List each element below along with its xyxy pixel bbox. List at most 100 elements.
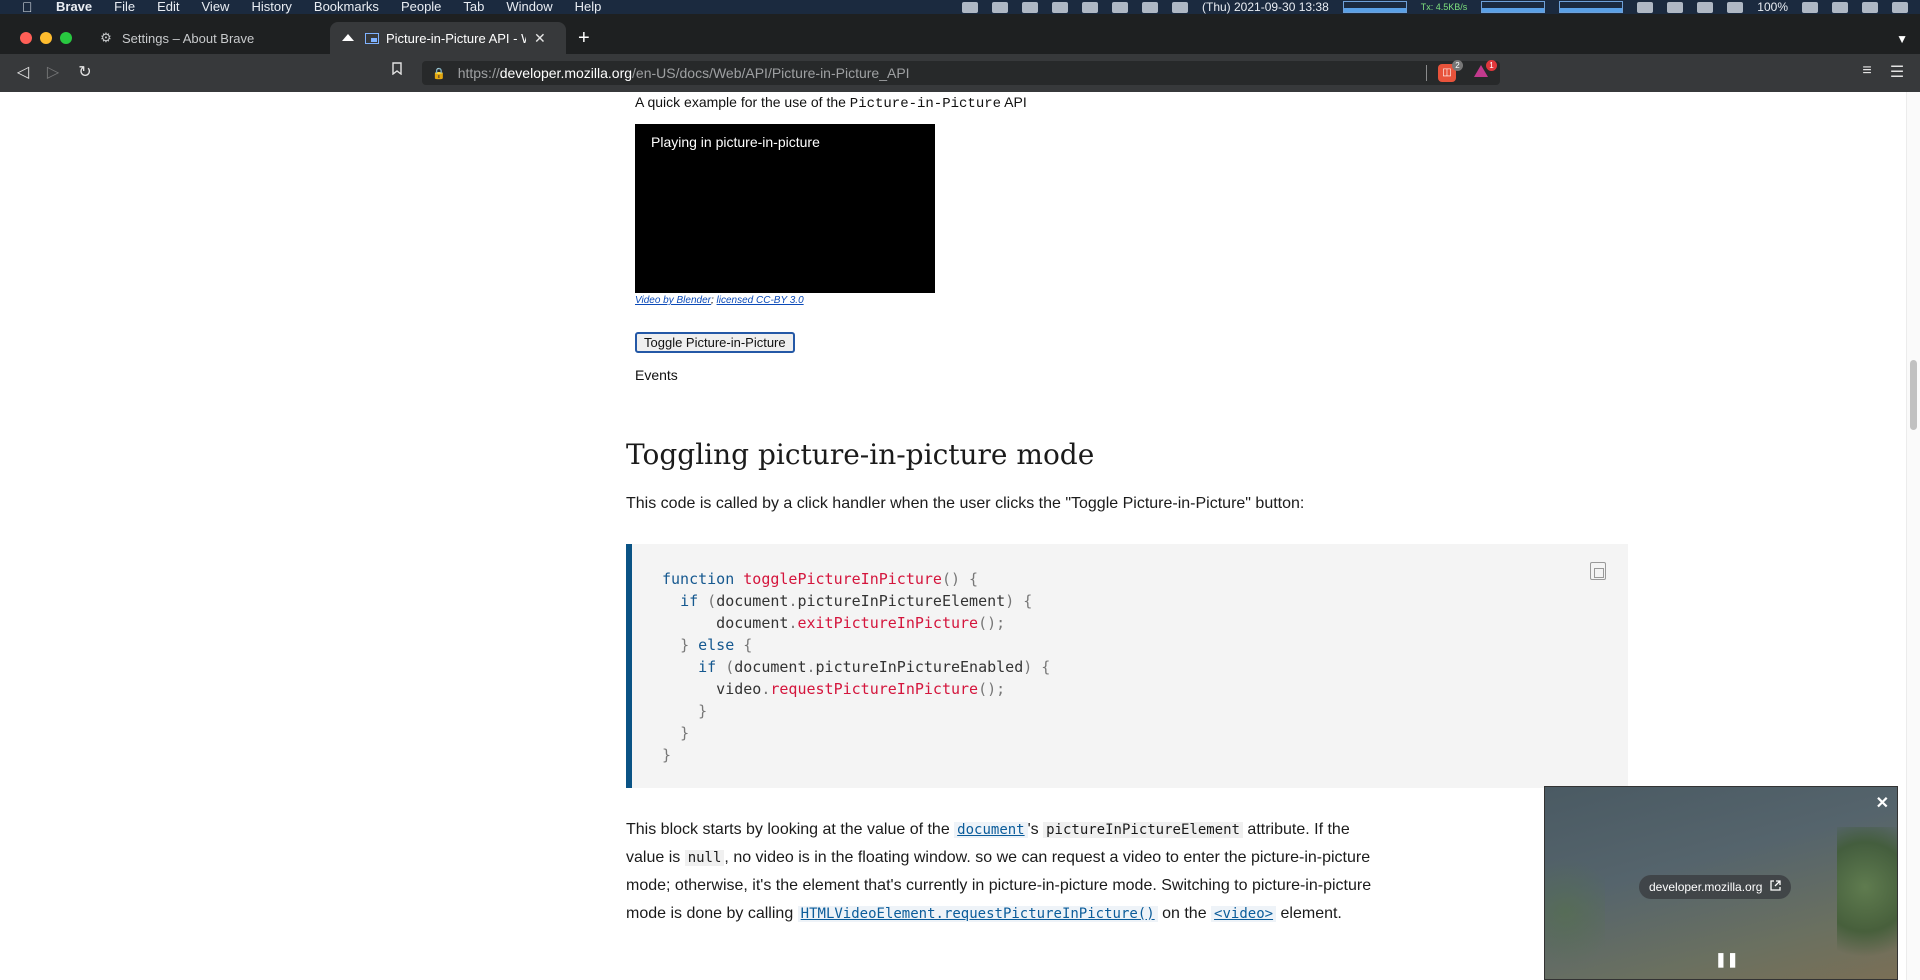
browser-toolbar: ◁ ▷ ↻ 🔒 https://developer.mozilla.org/en…: [0, 54, 1920, 92]
para-text: This block starts by looking at the valu…: [626, 821, 955, 838]
menubar-clock[interactable]: (Thu) 2021-09-30 13:38: [1202, 0, 1329, 14]
copy-code-button[interactable]: [1590, 562, 1606, 580]
control-center-icon[interactable]: [1892, 1, 1908, 13]
window-close-button[interactable]: [20, 32, 32, 44]
menu-help[interactable]: Help: [575, 0, 602, 14]
caption-code: Picture-in-Picture: [849, 96, 1002, 112]
url-host: developer.mozilla.org: [499, 65, 633, 81]
pip-pause-icon[interactable]: ❚❚: [1715, 951, 1738, 968]
bookmark-icon[interactable]: [386, 62, 408, 80]
events-label: Events: [635, 367, 678, 383]
credit-link-blender[interactable]: Video by Blender: [635, 295, 711, 306]
menu-file[interactable]: File: [114, 0, 135, 14]
mdn-icon: [340, 30, 356, 46]
tab-title: Settings – About Brave: [122, 30, 255, 46]
para-text: on the: [1157, 905, 1212, 922]
cpu-graph[interactable]: [1342, 1, 1407, 13]
tab-search-icon[interactable]: ▼: [1896, 32, 1908, 46]
section-heading: Toggling picture-in-picture mode: [626, 438, 1095, 471]
video-frame-foliage: [1837, 827, 1897, 977]
status-icon[interactable]: [1697, 1, 1714, 13]
status-icon[interactable]: [1082, 1, 1098, 13]
tab-strip: ⚙ Settings – About Brave Picture-in-Pict…: [0, 14, 1920, 54]
status-icon[interactable]: [1112, 1, 1128, 13]
pip-origin-text: developer.mozilla.org: [1649, 880, 1763, 894]
pip-indicator-icon: [364, 30, 380, 46]
forward-button[interactable]: ▷: [42, 62, 64, 82]
inline-code: null: [684, 850, 725, 866]
menubar-status-area: (Thu) 2021-09-30 13:38 Tx: 4.5KB/s 100%: [962, 0, 1908, 14]
network-monitor[interactable]: Tx: 4.5KB/s: [1421, 1, 1468, 12]
back-button[interactable]: ◁: [12, 62, 34, 82]
apple-icon[interactable]: : [22, 0, 40, 14]
reload-button[interactable]: ↻: [74, 62, 96, 82]
video-status-text: Playing in picture-in-picture: [651, 134, 820, 150]
caption-text: A quick example for the use of the: [635, 94, 850, 110]
menu-tab[interactable]: Tab: [463, 0, 484, 14]
pip-close-icon[interactable]: ✕: [1876, 793, 1889, 813]
wifi-icon[interactable]: [1832, 1, 1848, 13]
memory-graph[interactable]: [1481, 1, 1546, 13]
example-caption: A quick example for the use of the Pictu…: [635, 94, 1027, 112]
status-icon[interactable]: [1667, 1, 1684, 13]
link-request-pip[interactable]: HTMLVideoElement.requestPictureInPicture…: [797, 905, 1158, 922]
url-path: /en-US/docs/Web/API/Picture-in-Picture_A…: [632, 65, 910, 81]
code-block: function togglePictureInPicture() { if (…: [626, 544, 1628, 788]
code-line: }: [698, 702, 708, 720]
pip-back-to-tab-button[interactable]: developer.mozilla.org: [1639, 875, 1792, 899]
caption-text: API: [1001, 94, 1027, 110]
menu-window[interactable]: Window: [506, 0, 552, 14]
example-video[interactable]: Playing in picture-in-picture: [635, 124, 935, 293]
para-text: 's: [1027, 821, 1044, 838]
external-link-icon: [1770, 880, 1782, 894]
window-minimize-button[interactable]: [40, 32, 52, 44]
status-icon[interactable]: [992, 1, 1008, 13]
battery-icon[interactable]: [1802, 1, 1818, 13]
reading-list-icon[interactable]: ≡: [1856, 62, 1878, 80]
code-line: }: [662, 746, 672, 764]
link-document[interactable]: document: [954, 821, 1028, 838]
intro-paragraph: This code is called by a click handler w…: [626, 495, 1305, 512]
status-icon[interactable]: [1637, 1, 1654, 13]
status-icon[interactable]: [962, 1, 978, 13]
macos-menubar:  Brave File Edit View History Bookmarks…: [0, 0, 1920, 14]
search-icon[interactable]: [1862, 1, 1878, 13]
url-scheme: https://: [457, 65, 500, 81]
video-frame-foliage: [1545, 847, 1605, 977]
lock-icon[interactable]: 🔒: [432, 67, 446, 80]
scrollbar-thumb[interactable]: [1910, 360, 1917, 430]
divider: [1426, 65, 1427, 81]
link-document-code: document: [954, 822, 1028, 838]
menu-history[interactable]: History: [251, 0, 291, 14]
status-icon[interactable]: [1142, 1, 1158, 13]
main-menu-icon[interactable]: ☰: [1886, 62, 1908, 82]
tab-close-icon[interactable]: ✕: [534, 30, 546, 47]
tab-settings[interactable]: ⚙ Settings – About Brave: [88, 22, 328, 54]
net-rate: 4.5KB/s: [1435, 1, 1468, 12]
disk-graph[interactable]: [1559, 1, 1624, 13]
code-line: if (document.pictureInPictureElement) {: [680, 592, 1033, 610]
explanation-paragraph: This block starts by looking at the valu…: [626, 816, 1386, 928]
menu-app-name[interactable]: Brave: [56, 0, 92, 14]
pip-window[interactable]: ✕ developer.mozilla.org ❚❚: [1544, 786, 1898, 980]
window-zoom-button[interactable]: [60, 32, 72, 44]
page-scrollbar[interactable]: [1906, 92, 1920, 980]
status-icon[interactable]: [1172, 1, 1188, 13]
status-icon[interactable]: [1727, 1, 1744, 13]
credit-link-license[interactable]: licensed CC-BY 3.0: [717, 295, 804, 306]
menu-people[interactable]: People: [401, 0, 441, 14]
gear-icon: ⚙: [100, 30, 112, 45]
status-icon[interactable]: [1022, 1, 1038, 13]
code-line: video.requestPictureInPicture();: [662, 680, 1006, 698]
link-video-element[interactable]: <video>: [1211, 905, 1277, 922]
menu-bookmarks[interactable]: Bookmarks: [314, 0, 379, 14]
code-line: if (document.pictureInPictureEnabled) {: [698, 658, 1051, 676]
status-icon[interactable]: [1052, 1, 1068, 13]
toggle-pip-button[interactable]: Toggle Picture-in-Picture: [635, 332, 795, 353]
battery-percent[interactable]: 100%: [1757, 0, 1788, 14]
menu-view[interactable]: View: [202, 0, 230, 14]
new-tab-button[interactable]: +: [578, 28, 590, 48]
address-bar[interactable]: 🔒 https://developer.mozilla.org/en-US/do…: [422, 61, 1500, 85]
tab-pip-api[interactable]: Picture-in-Picture API - Web ✕: [330, 22, 566, 54]
menu-edit[interactable]: Edit: [157, 0, 179, 14]
